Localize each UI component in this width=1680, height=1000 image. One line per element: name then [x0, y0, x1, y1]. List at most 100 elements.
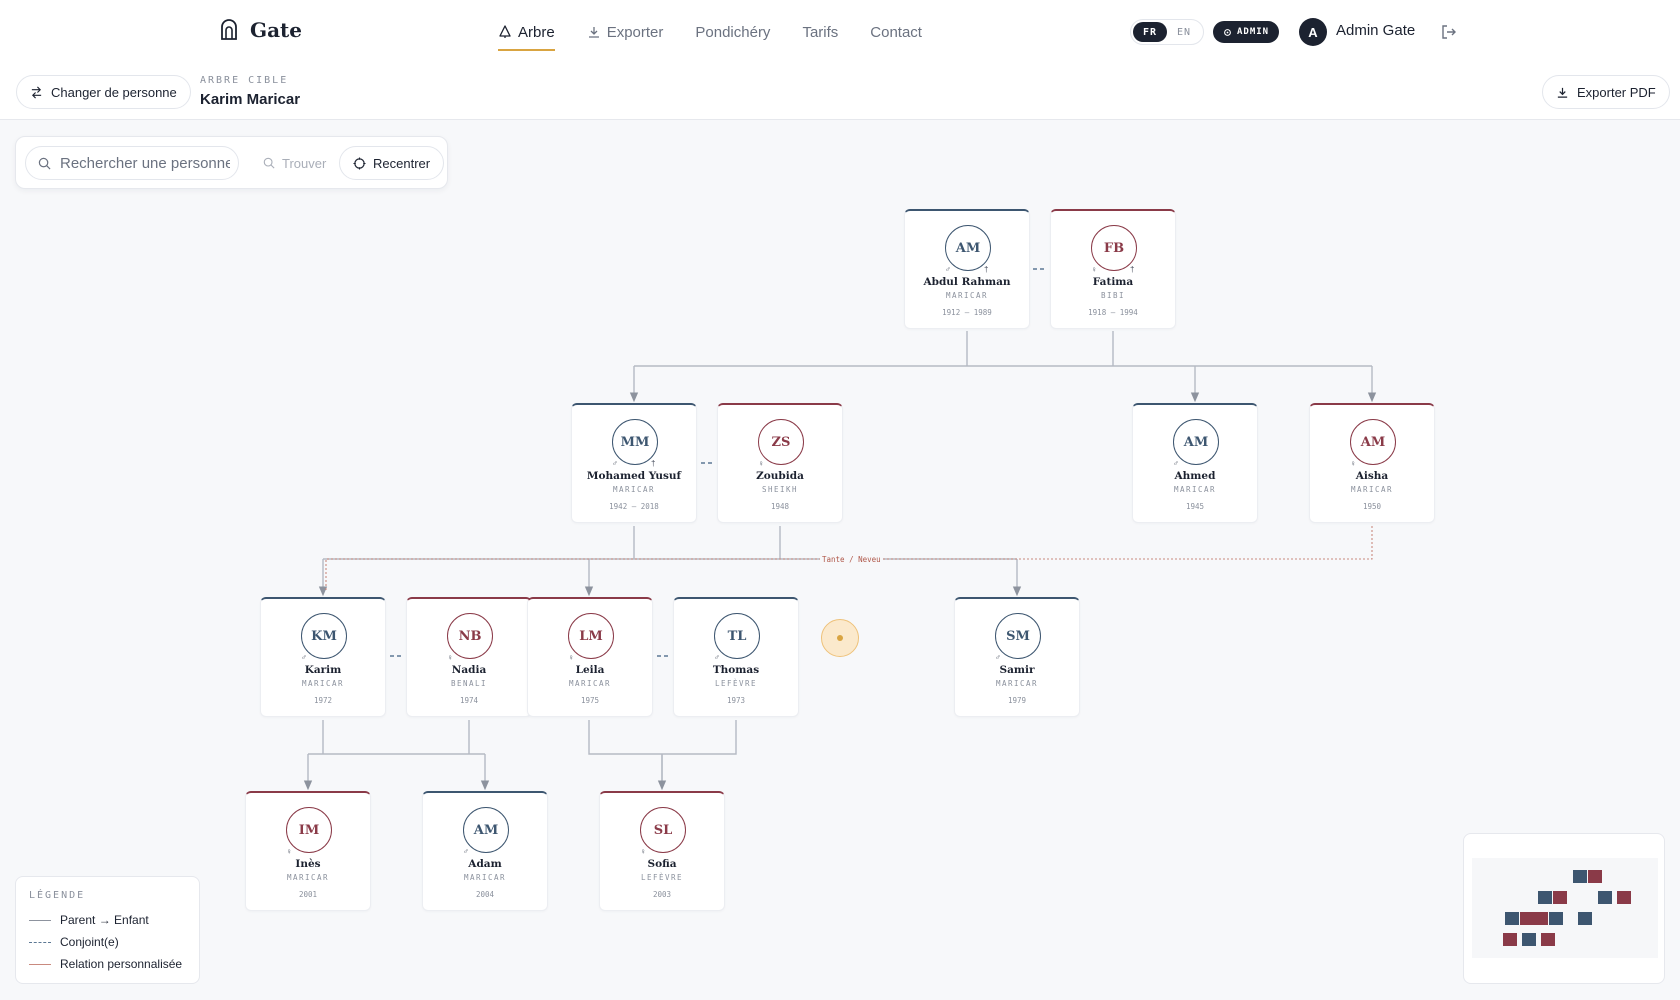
- top-navbar: Gate Arbre Exporter Pondichéry Tarifs Co…: [0, 0, 1680, 64]
- minimap-node: [1541, 933, 1555, 946]
- person-initials: KM: [301, 613, 347, 659]
- legend-spouse: Conjoint(e): [29, 935, 119, 949]
- change-person-button[interactable]: Changer de personne: [16, 75, 191, 109]
- person-surname: MARICAR: [1173, 485, 1217, 494]
- person-first-name: Sofia: [647, 858, 677, 870]
- person-first-name: Adam: [468, 858, 502, 870]
- person-initials: SL: [640, 807, 686, 853]
- admin-badge[interactable]: ADMIN: [1213, 21, 1280, 43]
- person-surname: BENALI: [450, 679, 488, 688]
- swap-icon: [31, 86, 42, 98]
- search-panel: Trouver Recentrer: [15, 136, 448, 189]
- avatar[interactable]: A: [1299, 18, 1327, 46]
- find-button[interactable]: Trouver: [253, 146, 336, 180]
- female-symbol-icon: ♀: [447, 653, 453, 662]
- person-card-abdul-rahman[interactable]: AM ♂ † Abdul Rahman MARICAR 1912 – 1989: [904, 209, 1030, 329]
- language-switch: FR EN: [1130, 19, 1204, 45]
- legend-title: LÉGENDE: [29, 890, 86, 901]
- person-card-leila[interactable]: LM ♀ Leila MARICAR 1975: [527, 597, 653, 717]
- gear-icon: [1224, 28, 1231, 36]
- female-symbol-icon: ♀: [1091, 265, 1097, 274]
- person-first-name: Abdul Rahman: [923, 276, 1011, 288]
- custom-relation-label[interactable]: Tante / Neveu: [820, 555, 883, 564]
- person-surname: MARICAR: [568, 679, 612, 688]
- logout-icon[interactable]: [1440, 23, 1458, 41]
- nav-arbre[interactable]: Arbre: [498, 0, 555, 64]
- female-symbol-icon: ♀: [286, 847, 292, 856]
- nav-contact[interactable]: Contact: [870, 0, 922, 64]
- person-card-mohamed-yusuf[interactable]: MM ♂ † Mohamed Yusuf MARICAR 1942 – 2018: [571, 403, 697, 523]
- person-dates: 1918 – 1994: [1088, 308, 1138, 317]
- male-symbol-icon: ♂: [714, 653, 720, 662]
- person-surname: LEFÈVRE: [714, 679, 758, 688]
- minimap-node: [1617, 891, 1631, 904]
- target-tree-name: Karim Maricar: [200, 91, 301, 108]
- person-card-zoubida[interactable]: ZS ♀ Zoubida SHEIKH 1948: [717, 403, 843, 523]
- target-icon: [353, 156, 366, 170]
- person-first-name: Nadia: [451, 664, 487, 676]
- brand[interactable]: Gate: [218, 18, 302, 42]
- person-initials: NB: [447, 613, 493, 659]
- search-icon: [263, 157, 275, 169]
- red-line-icon: [29, 963, 51, 965]
- minimap-node: [1573, 870, 1587, 883]
- export-pdf-button[interactable]: Exporter PDF: [1542, 75, 1670, 109]
- deceased-cross-icon: †: [651, 459, 656, 468]
- person-card-aisha[interactable]: AM ♀ Aisha MARICAR 1950: [1309, 403, 1435, 523]
- female-symbol-icon: ♀: [758, 459, 764, 468]
- person-first-name: Zoubida: [756, 470, 804, 482]
- person-first-name: Inès: [295, 858, 321, 870]
- person-card-fatima[interactable]: FB ♀ † Fatima BIBI 1918 – 1994: [1050, 209, 1176, 329]
- person-dates: 2003: [652, 890, 672, 899]
- download-icon: [588, 27, 599, 38]
- minimap-viewport: [1472, 858, 1658, 958]
- minimap-node: [1598, 891, 1612, 904]
- recenter-button[interactable]: Recentrer: [339, 146, 445, 180]
- nav-tarifs[interactable]: Tarifs: [802, 0, 838, 64]
- minimap-node: [1588, 870, 1602, 883]
- lang-en[interactable]: EN: [1167, 22, 1201, 42]
- search-box: [25, 146, 239, 180]
- person-dates: 1950: [1362, 502, 1382, 511]
- minimap-node: [1549, 912, 1563, 925]
- lang-fr[interactable]: FR: [1133, 22, 1167, 42]
- person-first-name: Aisha: [1355, 470, 1389, 482]
- add-person-node[interactable]: [821, 619, 859, 657]
- person-card-ahmed[interactable]: AM ♂ Ahmed MARICAR 1945: [1132, 403, 1258, 523]
- person-card-nadia[interactable]: NB ♀ Nadia BENALI 1974: [406, 597, 532, 717]
- person-surname: SHEIKH: [761, 485, 799, 494]
- person-first-name: Thomas: [712, 664, 760, 676]
- minimap[interactable]: [1463, 833, 1665, 984]
- legend-parent-child: Parent → Enfant: [29, 913, 149, 927]
- person-dates: 1912 – 1989: [942, 308, 992, 317]
- nav-exporter[interactable]: Exporter: [587, 0, 663, 64]
- user-name[interactable]: Admin Gate: [1336, 22, 1415, 39]
- person-dates: 1942 – 2018: [609, 502, 659, 511]
- minimap-node: [1578, 912, 1592, 925]
- search-input[interactable]: [60, 154, 230, 172]
- person-surname: BIBI: [1100, 291, 1126, 300]
- deceased-cross-icon: †: [984, 265, 989, 274]
- person-dates: 1975: [580, 696, 600, 705]
- nav-pondichery[interactable]: Pondichéry: [695, 0, 770, 64]
- person-initials: IM: [286, 807, 332, 853]
- person-initials: AM: [1173, 419, 1219, 465]
- person-card-adam[interactable]: AM ♂ Adam MARICAR 2004: [422, 791, 548, 911]
- person-first-name: Samir: [999, 664, 1035, 676]
- tree-icon: [499, 25, 511, 38]
- person-card-thomas[interactable]: TL ♂ Thomas LEFÈVRE 1973: [673, 597, 799, 717]
- person-surname: MARICAR: [1350, 485, 1394, 494]
- person-dates: 2001: [298, 890, 318, 899]
- person-initials: TL: [714, 613, 760, 659]
- main-nav: Arbre Exporter Pondichéry Tarifs Contact: [498, 0, 922, 64]
- person-card-ines[interactable]: IM ♀ Inès MARICAR 2001: [245, 791, 371, 911]
- person-card-karim[interactable]: KM ♂ Karim MARICAR 1972: [260, 597, 386, 717]
- person-first-name: Ahmed: [1174, 470, 1216, 482]
- person-surname: MARICAR: [995, 679, 1039, 688]
- person-card-sofia[interactable]: SL ♀ Sofia LEFÈVRE 2003: [599, 791, 725, 911]
- person-surname: MARICAR: [463, 873, 507, 882]
- dashed-line-icon: [29, 941, 51, 943]
- person-initials: AM: [463, 807, 509, 853]
- person-surname: MARICAR: [301, 679, 345, 688]
- person-card-samir[interactable]: SM ♂ Samir MARICAR 1979: [954, 597, 1080, 717]
